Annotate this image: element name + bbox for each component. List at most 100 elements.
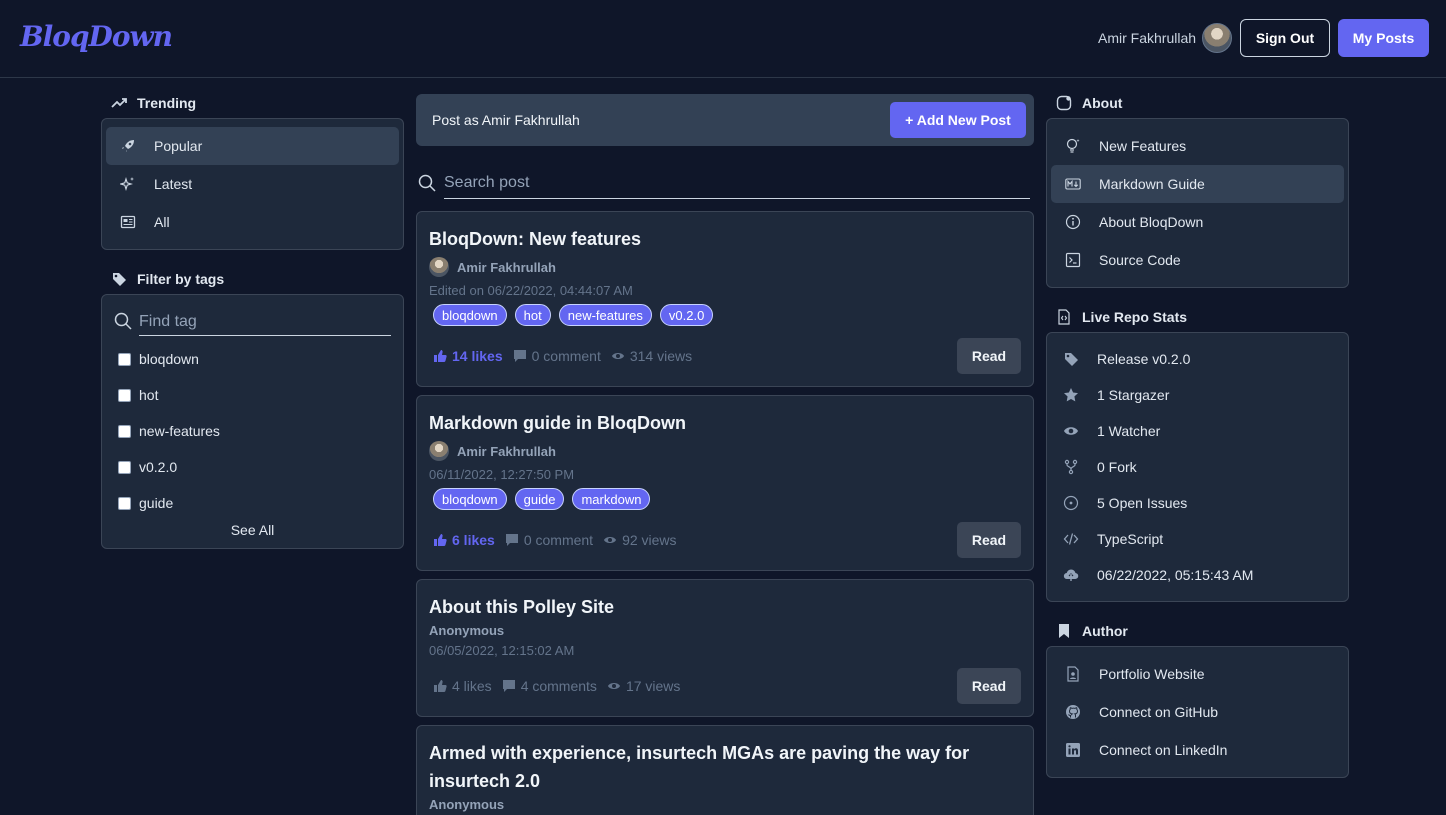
tag-checkbox[interactable] <box>118 496 131 510</box>
thumbs-up-icon <box>434 350 447 362</box>
tag-filter-option[interactable]: bloqdown <box>118 351 199 367</box>
avatar <box>429 441 449 461</box>
about-title: About <box>1082 95 1123 111</box>
read-button[interactable]: Read <box>957 668 1021 704</box>
post-tag[interactable]: new-features <box>558 304 652 326</box>
post-card[interactable]: BloqDown: New features Amir Fakhrullah E… <box>416 211 1034 387</box>
likes-stat[interactable]: 14 likes <box>433 348 503 364</box>
comment-icon <box>505 534 518 546</box>
tag-checkbox[interactable] <box>118 460 131 474</box>
tag-filter-option[interactable]: new-features <box>118 423 220 439</box>
lightbulb-icon <box>1066 138 1080 153</box>
repo-stat-label: 0 Fork <box>1097 459 1137 475</box>
post-stats: 6 likes 0 comment 92 views <box>433 532 677 548</box>
read-button[interactable]: Read <box>957 338 1021 374</box>
post-tag[interactable]: bloqdown <box>433 488 507 510</box>
tag-filter-option[interactable]: v0.2.0 <box>118 459 177 475</box>
post-tag[interactable]: v0.2.0 <box>659 304 714 326</box>
code-icon <box>1063 533 1079 545</box>
trending-icon <box>111 98 127 108</box>
post-author: Anonymous <box>429 797 504 812</box>
post-composer-bar: Post as Amir Fakhrullah + Add New Post <box>416 94 1034 146</box>
my-posts-button[interactable]: My Posts <box>1338 19 1429 57</box>
user-avatar[interactable] <box>1202 23 1232 53</box>
repo-stat-forks: 0 Fork <box>1063 459 1137 475</box>
filter-tags-card: bloqdown hot new-features v0.2.0 guide S… <box>101 294 404 549</box>
post-card[interactable]: About this Polley Site Anonymous 06/05/2… <box>416 579 1034 717</box>
repo-stat-label: 1 Stargazer <box>1097 387 1170 403</box>
trending-card: Popular Latest All <box>101 118 404 250</box>
post-card[interactable]: Markdown guide in BloqDown Amir Fakhrull… <box>416 395 1034 571</box>
tag-checkbox[interactable] <box>118 424 131 438</box>
about-item-source-code[interactable]: Source Code <box>1051 241 1344 279</box>
post-title[interactable]: Armed with experience, insurtech MGAs ar… <box>429 739 1009 795</box>
tag-filter-option[interactable]: hot <box>118 387 158 403</box>
tag-filter-label: hot <box>139 387 159 403</box>
post-tag[interactable]: hot <box>514 304 551 326</box>
search-icon <box>418 174 436 192</box>
star-icon <box>1064 388 1078 402</box>
fork-icon <box>1064 459 1078 475</box>
post-tag[interactable]: guide <box>514 488 565 510</box>
repo-stat-watchers: 1 Watcher <box>1063 423 1160 439</box>
trending-item-latest[interactable]: Latest <box>106 165 399 203</box>
user-name: Amir Fakhrullah <box>1098 30 1197 46</box>
tag-filter-option[interactable]: guide <box>118 495 173 511</box>
eye-icon <box>607 683 620 689</box>
newspaper-icon <box>120 215 136 229</box>
trending-item-popular[interactable]: Popular <box>106 127 399 165</box>
author-link-portfolio[interactable]: Portfolio Website <box>1051 655 1344 693</box>
thumbs-up-icon <box>434 534 447 546</box>
author-link-label: Connect on LinkedIn <box>1099 742 1228 758</box>
post-author-name: Anonymous <box>429 623 505 638</box>
about-heading: About <box>1056 95 1122 111</box>
views-count: 92 views <box>622 532 677 548</box>
tag-search <box>114 309 391 337</box>
likes-stat[interactable]: 6 likes <box>433 532 495 548</box>
post-title[interactable]: Markdown guide in BloqDown <box>429 409 1009 437</box>
see-all-tags-link[interactable]: See All <box>102 522 403 538</box>
comments-count: 4 comments <box>520 678 597 694</box>
post-title[interactable]: BloqDown: New features <box>429 225 1009 253</box>
app-logo[interactable]: BloqDown <box>20 20 173 53</box>
post-tag[interactable]: markdown <box>572 488 651 510</box>
cloud-upload-icon <box>1063 569 1079 581</box>
post-search <box>416 168 1030 200</box>
author-card: Portfolio Website Connect on GitHub Conn… <box>1046 646 1349 778</box>
author-link-linkedin[interactable]: Connect on LinkedIn <box>1051 731 1344 769</box>
tag-search-input[interactable] <box>139 309 391 336</box>
post-tags: bloqdown hot new-features v0.2.0 <box>433 304 714 326</box>
post-card[interactable]: Armed with experience, insurtech MGAs ar… <box>416 725 1034 815</box>
about-item-new-features[interactable]: New Features <box>1051 127 1344 165</box>
likes-count: 14 likes <box>452 348 503 364</box>
post-title[interactable]: About this Polley Site <box>429 593 1009 621</box>
author-link-github[interactable]: Connect on GitHub <box>1051 693 1344 731</box>
likes-stat[interactable]: 4 likes <box>433 678 492 694</box>
post-search-input[interactable] <box>444 168 1030 199</box>
author-title: Author <box>1082 623 1128 639</box>
comments-stat: 0 comment <box>513 348 601 364</box>
tag-checkbox[interactable] <box>118 352 131 366</box>
eye-icon <box>611 353 624 359</box>
read-button[interactable]: Read <box>957 522 1021 558</box>
post-author: Amir Fakhrullah <box>429 441 556 461</box>
about-item-label: Markdown Guide <box>1099 176 1205 192</box>
add-new-post-button[interactable]: + Add New Post <box>890 102 1026 138</box>
about-item-about-bloqdown[interactable]: About BloqDown <box>1051 203 1344 241</box>
search-icon <box>114 312 132 330</box>
about-card: New Features Markdown Guide About BloqDo… <box>1046 118 1349 288</box>
post-author-name: Amir Fakhrullah <box>457 443 556 459</box>
sparkles-icon <box>120 177 134 191</box>
repo-stat-label: 5 Open Issues <box>1097 495 1188 511</box>
sign-out-button[interactable]: Sign Out <box>1240 19 1330 57</box>
terminal-icon <box>1065 252 1081 268</box>
post-tag[interactable]: bloqdown <box>433 304 507 326</box>
about-item-markdown-guide[interactable]: Markdown Guide <box>1051 165 1344 203</box>
trending-item-all[interactable]: All <box>106 203 399 241</box>
views-count: 17 views <box>625 678 681 694</box>
info-icon <box>1065 214 1081 230</box>
tag-checkbox[interactable] <box>118 388 131 402</box>
repo-stat-label: 06/22/2022, 05:15:43 AM <box>1097 567 1254 583</box>
rocket-icon <box>122 140 134 152</box>
comments-count: 0 comment <box>523 532 594 548</box>
